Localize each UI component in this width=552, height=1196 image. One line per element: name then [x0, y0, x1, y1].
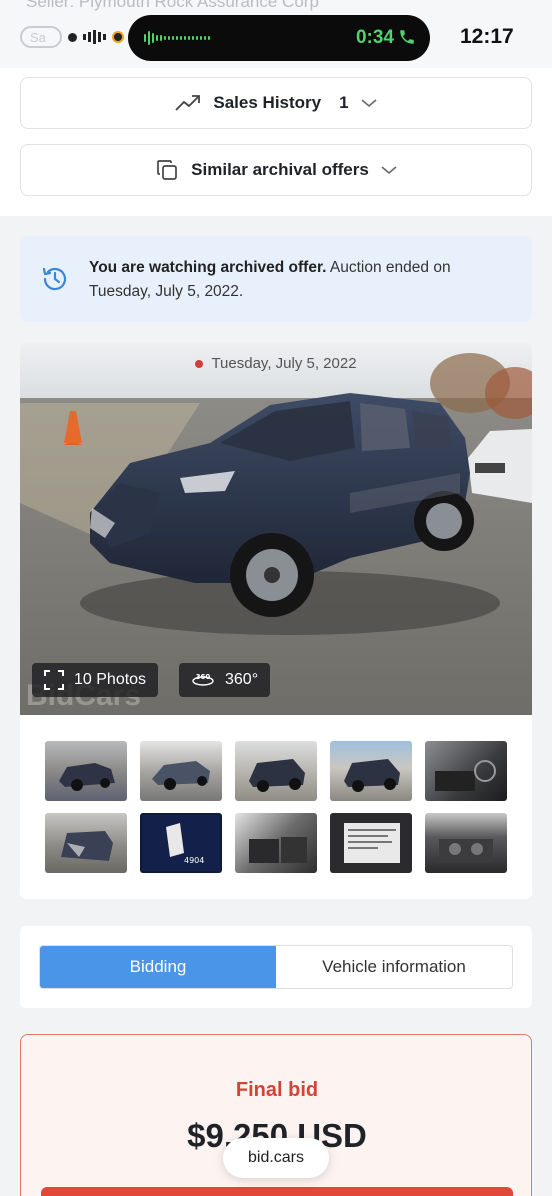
- thumbnail[interactable]: [330, 741, 412, 801]
- sales-history-label: Sales History: [213, 93, 322, 112]
- detail-tabs: Bidding Vehicle information: [39, 945, 513, 989]
- chevron-down-icon: [381, 166, 397, 175]
- record-icon: [112, 31, 124, 43]
- view-360-button[interactable]: 360 360°: [179, 663, 271, 697]
- thumbnail[interactable]: 4904: [140, 813, 222, 873]
- thumbnail-grid: 4904: [45, 741, 515, 873]
- view-360-label: 360°: [225, 671, 259, 688]
- seller-text: Seller: Plymouth Rock Assurance Corp: [26, 0, 319, 11]
- main-vehicle-photo[interactable]: Tuesday, July 5, 2022 BidCars 10 Photos …: [20, 343, 532, 715]
- tabs-card: Bidding Vehicle information: [20, 926, 532, 1008]
- call-timer: 0:34: [355, 27, 394, 48]
- history-icon: [42, 267, 67, 291]
- tab-bidding[interactable]: Bidding: [40, 946, 276, 988]
- thumbnail[interactable]: [140, 741, 222, 801]
- gallery-card: Tuesday, July 5, 2022 BidCars 10 Photos …: [20, 343, 532, 899]
- photos-count-label: 10 Photos: [74, 671, 147, 688]
- fullscreen-icon: [44, 670, 64, 690]
- final-bid-label: Final bid: [235, 1079, 319, 1101]
- phone-icon: [400, 30, 414, 44]
- rotate-360-icon: 360: [192, 673, 214, 686]
- sales-history-button[interactable]: Sales History 1: [20, 77, 532, 129]
- clock: 12:17: [460, 25, 514, 48]
- auction-date-text: Tuesday, July 5, 2022: [211, 355, 357, 372]
- camera-indicator-icon: [68, 32, 77, 42]
- auction-date: Tuesday, July 5, 2022: [20, 355, 532, 372]
- thumbnail[interactable]: [425, 813, 507, 873]
- status-bar: Seller: Plymouth Rock Assurance Corp Sa …: [0, 0, 552, 70]
- thumbnail[interactable]: [425, 741, 507, 801]
- top-panel: Sales History 1 Similar archival offers: [0, 68, 552, 216]
- similar-offers-label: Similar archival offers: [191, 160, 369, 179]
- archived-offer-banner: You are watching archived offer. Auction…: [20, 236, 532, 322]
- chevron-down-icon: [361, 99, 377, 108]
- browser-url-bar[interactable]: bid.cars: [223, 1138, 329, 1178]
- thumbnail[interactable]: [235, 741, 317, 801]
- screen-record-pill: Sa: [20, 26, 62, 48]
- archived-offer-text: You are watching archived offer. Auction…: [89, 256, 499, 304]
- trending-up-icon: [175, 95, 201, 111]
- tab-vehicle-information[interactable]: Vehicle information: [276, 946, 512, 988]
- svg-text:360: 360: [196, 673, 211, 681]
- bid-action-button[interactable]: [41, 1187, 513, 1196]
- status-dot: [195, 359, 204, 368]
- sales-history-count: 1: [339, 93, 349, 112]
- thumbnail[interactable]: [330, 813, 412, 873]
- audio-wave-icon: [144, 30, 210, 46]
- archived-offer-bold: You are watching archived offer.: [89, 259, 327, 276]
- svg-text:4904: 4904: [184, 856, 204, 865]
- copy-icon: [157, 160, 178, 180]
- thumbnail[interactable]: [45, 813, 127, 873]
- photos-button[interactable]: 10 Photos: [32, 663, 159, 697]
- thumbnail[interactable]: [45, 741, 127, 801]
- status-indicators: Sa: [20, 26, 124, 48]
- signal-icon: [83, 30, 106, 44]
- vehicle-photo-image: [20, 343, 532, 715]
- thumbnail[interactable]: [235, 813, 317, 873]
- dynamic-island-call[interactable]: 0:34: [128, 15, 430, 61]
- similar-offers-button[interactable]: Similar archival offers: [20, 144, 532, 196]
